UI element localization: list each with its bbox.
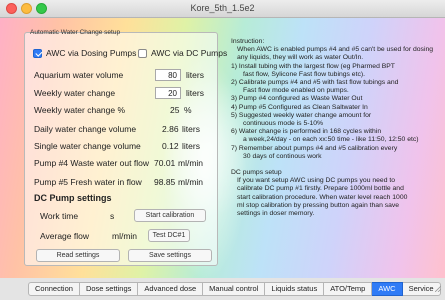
- pump5-flow-value: 98.85: [154, 177, 176, 187]
- aquarium-volume-input[interactable]: 80: [155, 69, 181, 81]
- instruction-step: 4) Pump #5 Configured as Clean Saltwater…: [231, 103, 368, 111]
- dc-setup-line: start calibration procedure. When water …: [237, 193, 408, 201]
- instruction-step: Fast flow mode enabled on pumps.: [243, 87, 349, 95]
- instruction-step: 5) Suggested weekly water change amount …: [231, 111, 372, 119]
- daily-change-unit: liters: [182, 124, 200, 134]
- checkbox-unchecked-icon: [138, 48, 147, 58]
- pump4-flow-unit: ml/min: [178, 158, 204, 168]
- pump5-flow-unit: ml/min: [178, 177, 204, 187]
- instruction-step: 30 days of continous work: [243, 152, 322, 160]
- weekly-change-pct-unit: %: [184, 105, 192, 115]
- awc-dosing-pumps-label: AWC via Dosing Pumps: [46, 48, 137, 58]
- pump4-flow-label: Pump #4 Waste water out flow: [34, 158, 149, 168]
- read-settings-button[interactable]: Read settings: [36, 249, 120, 262]
- awc-dc-pumps-checkbox[interactable]: AWC via DC Pumps: [138, 48, 227, 58]
- instruction-step: 1) Install tubing with the largest flow …: [231, 62, 395, 70]
- work-time-label: Work time: [40, 211, 79, 221]
- weekly-change-input[interactable]: 20: [155, 87, 181, 99]
- average-flow-unit: ml/min: [112, 231, 138, 241]
- pump4-flow-value: 70.01: [154, 158, 176, 168]
- tab-connection[interactable]: Connection: [28, 282, 80, 296]
- panel-title: Automatic Water Change setup: [30, 29, 121, 36]
- single-change-label: Single water change volume: [34, 141, 141, 151]
- save-settings-button[interactable]: Save settings: [128, 249, 212, 262]
- instruction-step: 2) Calibrate pumps #4 and #5 with fast f…: [231, 79, 399, 87]
- instruction-step: 3) Pump #4 configured as Waste Water Out: [231, 95, 363, 103]
- tab-dose-settings[interactable]: Dose settings: [79, 282, 139, 296]
- aquarium-volume-label: Aquarium water volume: [34, 70, 124, 80]
- tab-advanced-dose[interactable]: Advanced dose: [138, 282, 204, 296]
- app-window: Kore_5th_1.5e2 Automatic Water Change se…: [0, 0, 445, 300]
- window-title: Kore_5th_1.5e2: [190, 3, 255, 13]
- instruction-step: continuous mode is 5-10%: [243, 120, 324, 128]
- dc-setup-line: ml stop calibration by pressing button a…: [237, 201, 400, 209]
- instruction-step: 7) Remember about pumps #4 and #5 calibr…: [231, 144, 398, 152]
- instruction-step: fast flow, Sylicone Fast flow tubings et…: [243, 70, 366, 78]
- tab-awc[interactable]: AWC: [372, 282, 403, 296]
- resize-grip-icon[interactable]: [435, 286, 441, 292]
- checkbox-checked-icon: [33, 48, 42, 58]
- tab-liquids-status[interactable]: Liquids status: [265, 282, 325, 296]
- instructions-text: Instruction: When AWC is enabled pumps #…: [231, 38, 436, 218]
- weekly-change-pct-label: Weekly water change %: [34, 105, 126, 115]
- instruction-step: 6) Water change is performed in 168 cycl…: [231, 128, 382, 136]
- dc-setup-line: If you want setup AWC using DC pumps you…: [237, 177, 396, 185]
- single-change-value: 0.12: [162, 141, 179, 151]
- single-change-unit: liters: [182, 141, 200, 151]
- dc-pump-settings-heading: DC Pump settings: [34, 193, 112, 203]
- daily-change-label: Daily water change volume: [34, 124, 137, 134]
- aquarium-volume-unit: liters: [186, 70, 204, 80]
- daily-change-value: 2.86: [162, 124, 179, 134]
- weekly-change-pct-value: 25: [170, 105, 180, 115]
- tab-list: Connection Dose settings Advanced dose M…: [28, 282, 441, 296]
- instructions-intro: When AWC is enabled pumps #4 and #5 can'…: [237, 46, 434, 62]
- dc-setup-line: settings in doser memory.: [237, 210, 315, 218]
- tab-manual-control[interactable]: Manual control: [203, 282, 266, 296]
- work-time-unit: s: [110, 211, 115, 221]
- tab-ato-temp[interactable]: ATO/Temp: [324, 282, 373, 296]
- awc-dc-pumps-label: AWC via DC Pumps: [151, 48, 228, 58]
- awc-dosing-pumps-checkbox[interactable]: AWC via Dosing Pumps: [33, 48, 136, 58]
- instructions-heading: Instruction:: [231, 38, 265, 45]
- weekly-change-label: Weekly water change: [34, 88, 116, 98]
- pump5-flow-label: Pump #5 Fresh water in flow: [34, 177, 142, 187]
- title-bar: Kore_5th_1.5e2: [0, 0, 445, 18]
- instruction-step: a week,24/day - on each xx:50 time - lik…: [243, 136, 419, 144]
- dc-setup-line: calibrate DC pump #1 firstly. Prepare 10…: [237, 185, 404, 193]
- tab-bar: Connection Dose settings Advanced dose M…: [0, 278, 445, 300]
- test-dc1-button[interactable]: Test DC#1: [148, 229, 190, 242]
- average-flow-label: Average flow: [40, 231, 89, 241]
- start-calibration-button[interactable]: Start calibration: [134, 209, 206, 222]
- weekly-change-unit: liters: [186, 88, 204, 98]
- dc-setup-heading: DC pumps setup: [231, 169, 282, 177]
